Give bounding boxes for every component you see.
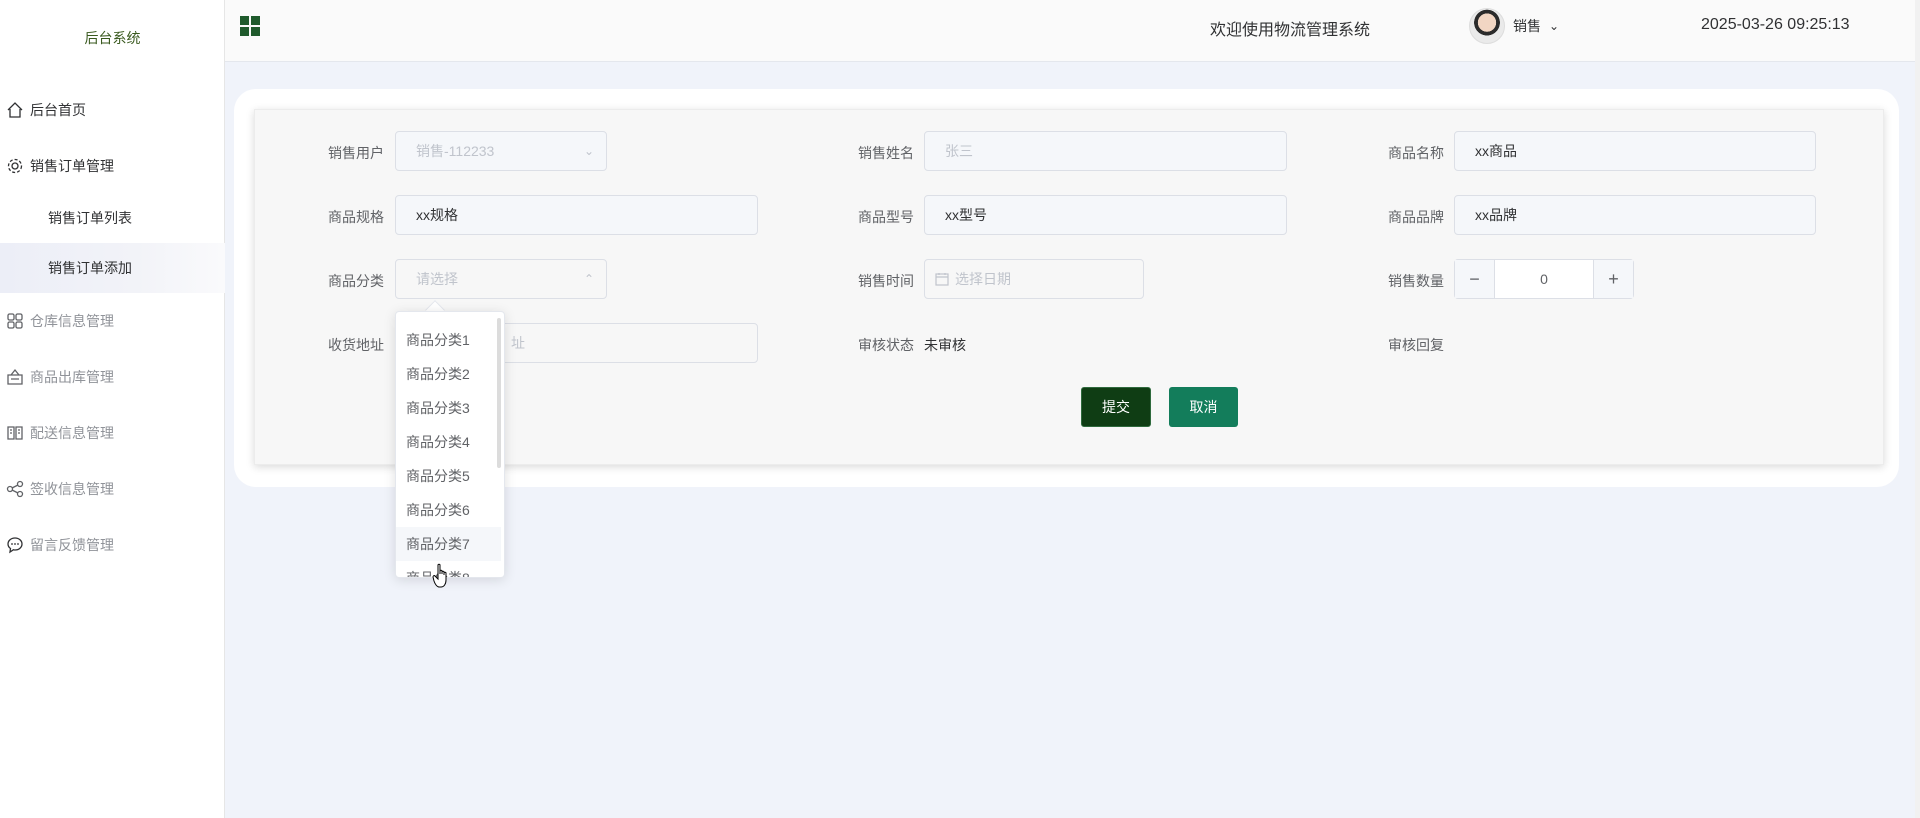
dropdown-option[interactable]: 商品分类5 bbox=[396, 459, 501, 493]
quantity-value[interactable]: 0 bbox=[1495, 260, 1593, 298]
app-logo-text: 后台系统 bbox=[84, 30, 141, 46]
category-dropdown: 商品分类1 商品分类2 商品分类3 商品分类4 商品分类5 商品分类6 商品分类… bbox=[395, 311, 505, 578]
increment-button[interactable]: + bbox=[1593, 260, 1633, 298]
sidebar: 后台系统 后台首页 销售订单管理 销售订单列表 销售订单添加 仓库信息管理 商品… bbox=[0, 0, 225, 818]
sidebar-item-outbound[interactable]: 商品出库管理 bbox=[0, 352, 225, 402]
home-icon bbox=[7, 102, 23, 118]
sales-time-label: 销售时间 bbox=[858, 273, 914, 289]
product-name-label: 商品名称 bbox=[1388, 145, 1444, 161]
chevron-up-icon: ⌃ bbox=[583, 272, 594, 286]
sales-user-label: 销售用户 bbox=[328, 145, 384, 161]
sales-date-picker[interactable]: 选择日期 bbox=[924, 259, 1144, 299]
sidebar-item-home[interactable]: 后台首页 bbox=[0, 85, 225, 135]
gear-icon bbox=[7, 158, 23, 174]
submit-button[interactable]: 提交 bbox=[1081, 387, 1151, 427]
book-icon bbox=[7, 426, 23, 440]
page-title: 欢迎使用物流管理系统 bbox=[1209, 22, 1370, 39]
user-menu[interactable]: 销售 ⌄ bbox=[1469, 8, 1559, 44]
address-placeholder: 址 bbox=[511, 335, 525, 351]
product-spec-input[interactable]: xx规格 bbox=[395, 195, 758, 235]
chat-icon bbox=[7, 537, 23, 554]
product-category-placeholder: 请选择 bbox=[416, 271, 458, 287]
dropdown-option-hovered[interactable]: 商品分类7 bbox=[396, 527, 501, 561]
quantity-stepper: − 0 + bbox=[1454, 259, 1634, 299]
page-scrollbar[interactable] bbox=[1915, 0, 1920, 818]
audit-status-label: 审核状态 bbox=[858, 337, 914, 353]
product-model-value: xx型号 bbox=[945, 207, 987, 223]
sidebar-item-label: 商品出库管理 bbox=[30, 369, 114, 385]
datetime-display: 2025-03-26 09:25:13 bbox=[1701, 16, 1850, 33]
sidebar-subitem-order-list[interactable]: 销售订单列表 bbox=[0, 193, 225, 243]
product-spec-value: xx规格 bbox=[416, 207, 458, 223]
dropdown-scrollbar[interactable] bbox=[497, 318, 501, 468]
sidebar-subitem-order-add[interactable]: 销售订单添加 bbox=[0, 243, 225, 293]
sales-user-select: 销售-112233 ⌄ bbox=[395, 131, 607, 171]
product-brand-input[interactable]: xx品牌 bbox=[1454, 195, 1816, 235]
chevron-down-icon: ⌄ bbox=[1549, 19, 1560, 33]
product-spec-label: 商品规格 bbox=[328, 209, 384, 225]
audit-status-value: 未审核 bbox=[924, 337, 966, 353]
avatar bbox=[1469, 8, 1505, 44]
sidebar-subitem-label: 销售订单添加 bbox=[48, 260, 132, 276]
audit-reply-label: 审核回复 bbox=[1388, 337, 1444, 353]
sidebar-item-delivery[interactable]: 配送信息管理 bbox=[0, 408, 225, 458]
sidebar-item-feedback[interactable]: 留言反馈管理 bbox=[0, 520, 225, 570]
box-icon bbox=[7, 368, 23, 385]
decrement-button[interactable]: − bbox=[1455, 260, 1495, 298]
sidebar-item-label: 配送信息管理 bbox=[30, 425, 114, 441]
dropdown-option[interactable]: 商品分类1 bbox=[396, 323, 501, 357]
sales-qty-label: 销售数量 bbox=[1388, 273, 1444, 289]
dropdown-option[interactable]: 商品分类4 bbox=[396, 425, 501, 459]
calendar-icon bbox=[935, 273, 949, 286]
product-model-input[interactable]: xx型号 bbox=[924, 195, 1287, 235]
dropdown-option[interactable]: 商品分类3 bbox=[396, 391, 501, 425]
product-category-select[interactable]: 请选择 ⌃ bbox=[395, 259, 607, 299]
sales-name-label: 销售姓名 bbox=[858, 145, 914, 161]
sales-time-placeholder: 选择日期 bbox=[955, 271, 1011, 287]
product-brand-value: xx品牌 bbox=[1475, 207, 1517, 223]
sidebar-item-sales-orders[interactable]: 销售订单管理 bbox=[0, 141, 225, 191]
grid-icon bbox=[7, 313, 23, 329]
user-name: 销售 bbox=[1513, 18, 1541, 34]
product-brand-label: 商品品牌 bbox=[1388, 209, 1444, 225]
cancel-button[interactable]: 取消 bbox=[1169, 387, 1238, 427]
product-name-input[interactable]: xx商品 bbox=[1454, 131, 1816, 171]
sidebar-item-label: 销售订单管理 bbox=[30, 158, 114, 174]
hand-cursor-icon bbox=[432, 563, 447, 588]
sidebar-item-label: 后台首页 bbox=[30, 102, 86, 118]
sales-user-value: 销售-112233 bbox=[416, 143, 495, 159]
product-model-label: 商品型号 bbox=[858, 209, 914, 225]
product-name-value: xx商品 bbox=[1475, 143, 1517, 159]
sidebar-item-label: 留言反馈管理 bbox=[30, 537, 114, 553]
sidebar-subitem-label: 销售订单列表 bbox=[48, 210, 132, 226]
sidebar-item-label: 仓库信息管理 bbox=[30, 313, 114, 329]
sidebar-item-signoff[interactable]: 签收信息管理 bbox=[0, 464, 225, 514]
share-icon bbox=[6, 480, 24, 498]
chevron-down-icon: ⌄ bbox=[583, 144, 594, 158]
address-label: 收货地址 bbox=[328, 337, 384, 353]
dropdown-option[interactable]: 商品分类6 bbox=[396, 493, 501, 527]
sales-name-field: 张三 bbox=[924, 131, 1287, 171]
dropdown-option[interactable]: 商品分类2 bbox=[396, 357, 501, 391]
product-category-label: 商品分类 bbox=[328, 273, 384, 289]
sidebar-item-warehouse[interactable]: 仓库信息管理 bbox=[0, 296, 225, 346]
sales-name-value: 张三 bbox=[945, 143, 973, 159]
top-header: 欢迎使用物流管理系统 销售 ⌄ 2025-03-26 09:25:13 bbox=[225, 0, 1915, 62]
sidebar-item-label: 签收信息管理 bbox=[30, 481, 114, 497]
